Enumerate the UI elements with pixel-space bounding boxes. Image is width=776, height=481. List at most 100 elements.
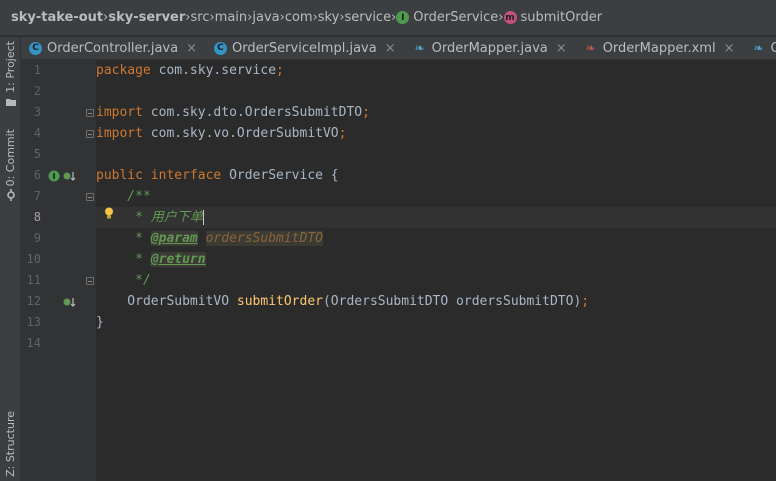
code-token: ordersSubmitDTO — [205, 231, 323, 246]
breadcrumb-item[interactable]: sky-server — [108, 10, 185, 25]
code-token: com.sky.dto.OrdersSubmitDTO — [150, 105, 363, 120]
go-to-implementation-icon[interactable] — [62, 291, 76, 312]
line-number: 1 — [33, 63, 41, 77]
svg-text:I: I — [53, 172, 56, 181]
intention-bulb-icon[interactable] — [104, 207, 114, 219]
code-token: public interface — [96, 168, 230, 183]
breadcrumb-item[interactable]: main — [215, 10, 247, 25]
breadcrumb-item[interactable]: m submitOrder — [503, 10, 603, 25]
breadcrumb-label: com — [284, 10, 313, 25]
code-token: /** — [96, 189, 151, 204]
editor-tab[interactable]: ❧ OrderDetai — [743, 37, 776, 59]
close-tab-icon[interactable]: × — [556, 41, 567, 56]
code-token: */ — [96, 273, 151, 288]
tab-label: OrderDetai — [770, 41, 776, 56]
breadcrumb-label: src — [190, 10, 210, 25]
code-token: ; — [362, 105, 370, 120]
breadcrumb-item[interactable]: java — [252, 10, 279, 25]
interface-icon: I — [396, 11, 410, 24]
folder-icon — [5, 98, 16, 106]
fold-marker-icon[interactable] — [86, 130, 94, 138]
line-number: 13 — [26, 315, 41, 329]
code-token: OrderService { — [229, 168, 339, 183]
editor-tab[interactable]: C OrderServiceImpl.java × — [206, 37, 405, 59]
code-token: submitOrder — [236, 294, 323, 309]
fold-marker-icon[interactable] — [86, 277, 94, 285]
breadcrumb-item[interactable]: src — [190, 10, 209, 25]
breadcrumb: sky-take-out › sky-server › src › main › java › co… — [0, 0, 776, 36]
structure-tool-label: Z: Structure — [4, 411, 17, 477]
tab-label: OrderMapper.xml — [602, 40, 716, 56]
code-token: import — [96, 105, 151, 120]
editor-tab[interactable]: ❧ OrderMapper.xml × — [576, 37, 744, 59]
implemented-icon[interactable]: I — [47, 165, 61, 186]
code-token: ; — [581, 294, 590, 309]
line-number: 10 — [26, 252, 41, 266]
code-token: com.sky.service — [158, 63, 277, 78]
code-token: OrderSubmitVO — [96, 294, 237, 309]
breadcrumb-label: service — [344, 10, 392, 25]
text-caret — [202, 210, 204, 225]
code-token: * — [96, 252, 151, 267]
code-token: com.sky.vo.OrderSubmitVO — [150, 126, 339, 141]
code-token: * — [96, 231, 151, 246]
tab-label: OrderServiceImpl.java — [231, 40, 377, 56]
code-token: import — [96, 126, 151, 141]
line-number: 2 — [33, 84, 41, 98]
structure-tool-window-button[interactable]: Z: Structure — [0, 411, 21, 477]
go-to-implementation-icon[interactable] — [62, 165, 76, 186]
editor-tab[interactable]: C OrderController.java × — [21, 37, 206, 59]
mybatis-bird-icon: ❧ — [414, 41, 425, 55]
breadcrumb-label: java — [252, 10, 280, 25]
breadcrumb-label: submitOrder — [520, 10, 603, 25]
commit-icon — [6, 189, 15, 202]
line-number: 12 — [26, 294, 41, 308]
line-number: 6 — [33, 168, 41, 182]
breadcrumb-label: sky-take-out — [11, 10, 104, 25]
mybatis-bird-icon: ❧ — [753, 41, 764, 55]
code-token: @return — [150, 252, 206, 267]
breadcrumb-label: main — [214, 10, 248, 25]
code-token: ; — [276, 63, 284, 78]
breadcrumb-item[interactable]: I OrderService — [396, 10, 498, 25]
code-line[interactable]: * @return — [96, 249, 206, 270]
breadcrumb-item[interactable]: service — [345, 10, 392, 25]
code-token: package — [96, 63, 159, 78]
code-line[interactable]: OrderSubmitVO submitOrder(OrdersSubmitDT… — [96, 291, 589, 312]
commit-tool-window-button[interactable]: 0: Commit — [0, 129, 21, 202]
code-line[interactable]: public interface OrderService { — [96, 165, 339, 186]
project-tool-window-button[interactable]: 1: Project — [0, 41, 21, 107]
fold-marker-icon[interactable] — [86, 193, 94, 201]
close-tab-icon[interactable]: × — [724, 41, 735, 56]
breadcrumb-label: sky-server — [108, 10, 186, 25]
class-icon: C — [29, 41, 42, 55]
code-line[interactable]: package com.sky.service; — [96, 60, 284, 81]
line-number: 8 — [33, 210, 41, 224]
breadcrumb-item[interactable]: com — [285, 10, 313, 25]
code-token: ; — [338, 126, 347, 141]
breadcrumb-item[interactable]: sky-take-out — [11, 10, 103, 25]
line-number: 11 — [26, 273, 41, 287]
code-line[interactable]: import com.sky.dto.OrdersSubmitDTO; — [96, 102, 370, 123]
breadcrumb-item[interactable]: sky — [318, 10, 340, 25]
line-number: 4 — [33, 126, 41, 140]
line-number: 9 — [33, 231, 41, 245]
code-line[interactable]: import com.sky.vo.OrderSubmitVO; — [96, 123, 346, 144]
code-line[interactable]: } — [96, 312, 104, 333]
tab-label: OrderController.java — [47, 40, 179, 56]
close-tab-icon[interactable]: × — [186, 41, 197, 56]
code-line[interactable]: /** — [96, 186, 151, 207]
code-token: (OrdersSubmitDTO ordersSubmitDTO) — [322, 294, 582, 309]
mybatis-xml-icon: ❧ — [585, 41, 596, 55]
fold-marker-icon[interactable] — [86, 109, 94, 117]
method-icon: m — [503, 11, 517, 24]
editor-tab[interactable]: ❧ OrderMapper.java × — [405, 37, 576, 59]
tool-window-stripe: 1: Project 0: Commit Z: Structure — [0, 37, 21, 481]
class-icon: C — [213, 41, 227, 55]
tab-label: OrderMapper.java — [431, 40, 548, 56]
code-line[interactable]: */ — [96, 270, 151, 291]
commit-tool-label: 0: Commit — [4, 129, 17, 187]
code-line[interactable]: * @param ordersSubmitDTO — [96, 228, 323, 249]
close-tab-icon[interactable]: × — [385, 41, 396, 56]
